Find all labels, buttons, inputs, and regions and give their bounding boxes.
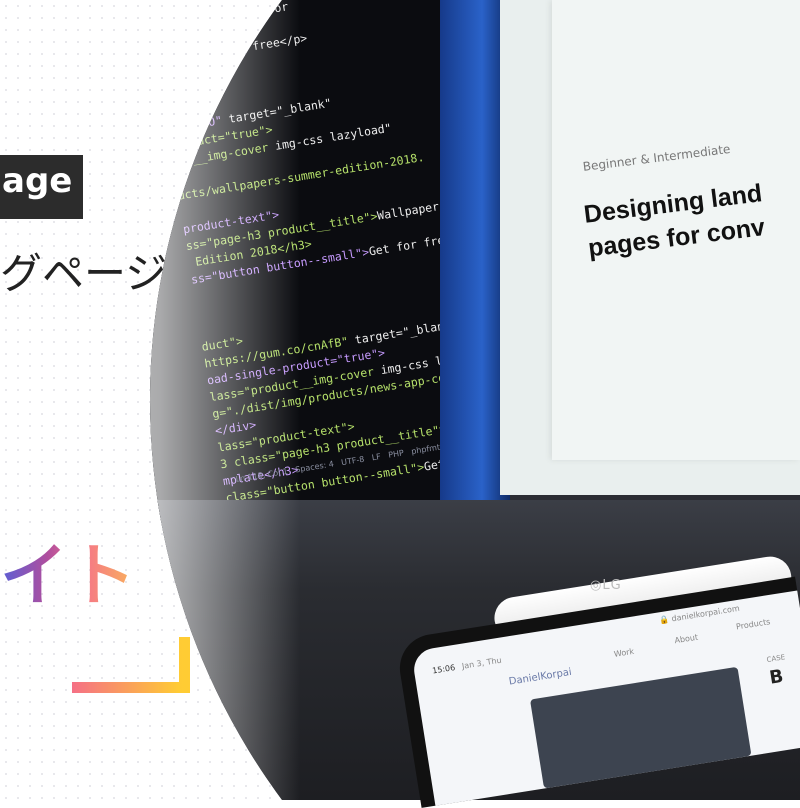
tablet-case-title: B [767,665,785,689]
tablet-nav-products[interactable]: Products [735,617,771,631]
tablet-time: 15:06 [431,662,456,676]
corner-bracket-decoration [72,637,190,693]
banner-title: イト [0,520,136,619]
tablet-nav-work[interactable]: Work [613,647,634,659]
tablet-nav-about[interactable]: About [674,633,699,646]
banner-subtitle: グページ [0,249,168,298]
tablet-url: 🔒 danielkorpai.com [658,603,741,626]
tablet-site-brand[interactable]: DanielKorpai [508,667,572,688]
tablet-case-label: CASE [766,653,786,665]
banner-label: age [0,155,83,219]
lg-logo: ◎LG [590,578,622,593]
tablet-date: Jan 3, Thu [461,655,503,671]
